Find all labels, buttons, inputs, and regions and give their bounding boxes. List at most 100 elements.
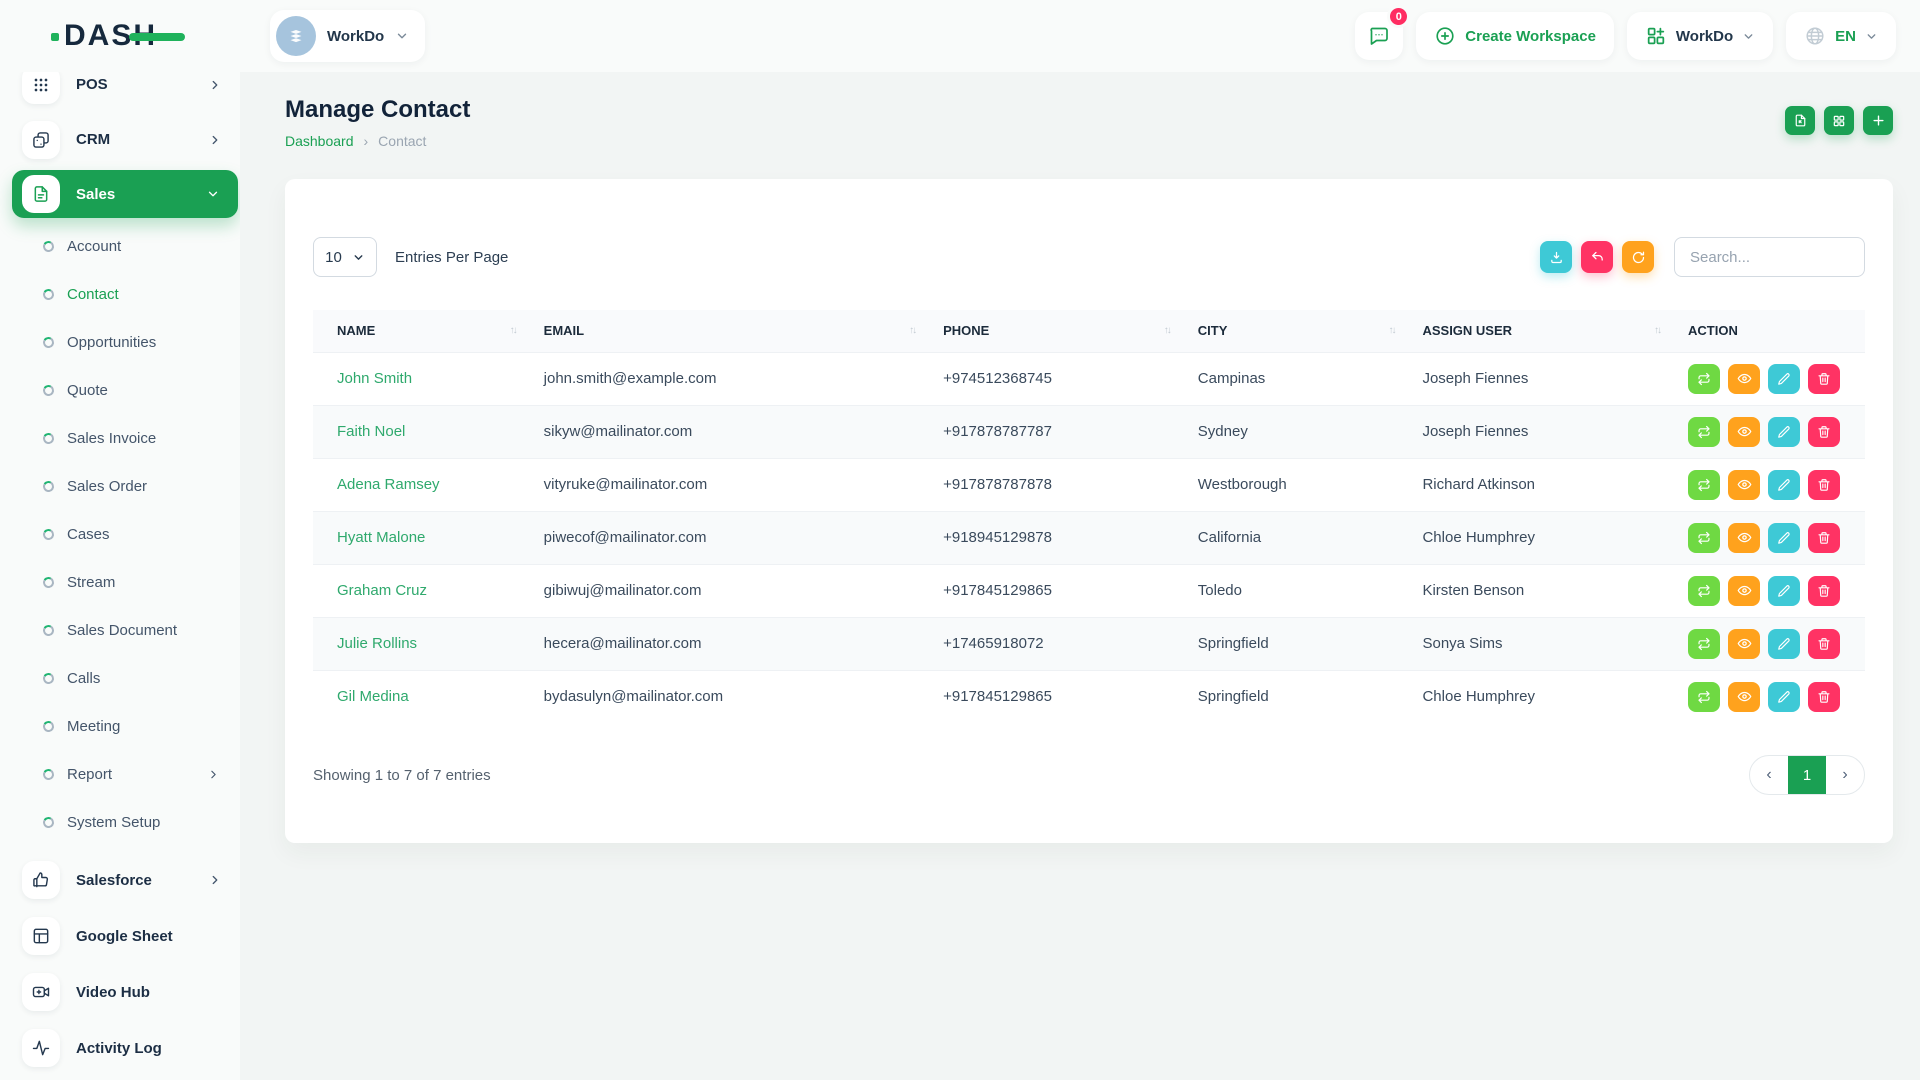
search-input[interactable] <box>1674 237 1865 277</box>
messages-button[interactable]: 0 <box>1355 12 1403 60</box>
sort-icon[interactable]: ↑↓ <box>1654 325 1660 336</box>
export-button[interactable] <box>1785 106 1815 135</box>
contact-name-link[interactable]: John Smith <box>337 370 412 387</box>
sidebar-item-pos[interactable]: POS <box>0 72 240 112</box>
trash-icon <box>1817 531 1831 545</box>
contact-phone: +974512368745 <box>929 352 1184 405</box>
view-button[interactable] <box>1728 523 1760 553</box>
convert-button[interactable] <box>1688 629 1720 659</box>
eye-icon <box>1737 477 1752 492</box>
contact-name-link[interactable]: Gil Medina <box>337 688 409 705</box>
breadcrumb-dashboard-link[interactable]: Dashboard <box>285 133 354 149</box>
sidebar-item-video-hub[interactable]: Video Hub <box>0 964 240 1020</box>
create-workspace-button[interactable]: Create Workspace <box>1416 12 1614 60</box>
sidebar-item-quote[interactable]: Quote <box>0 366 240 414</box>
sidebar-item-label: Google Sheet <box>76 928 173 945</box>
sidebar-item-meeting[interactable]: Meeting <box>0 702 240 750</box>
bullet-icon <box>42 383 55 396</box>
edit-button[interactable] <box>1768 470 1800 500</box>
refresh-button[interactable] <box>1622 241 1654 273</box>
contact-city: Sydney <box>1184 405 1409 458</box>
globe-icon <box>1804 25 1826 47</box>
download-button[interactable] <box>1540 241 1572 273</box>
edit-button[interactable] <box>1768 364 1800 394</box>
delete-button[interactable] <box>1808 523 1840 553</box>
edit-button[interactable] <box>1768 576 1800 606</box>
contact-assign-user: Richard Atkinson <box>1408 458 1674 511</box>
app-logo[interactable]: DASH <box>64 19 157 53</box>
sidebar-item-cases[interactable]: Cases <box>0 510 240 558</box>
view-button[interactable] <box>1728 682 1760 712</box>
sidebar-item-opportunities[interactable]: Opportunities <box>0 318 240 366</box>
undo-button[interactable] <box>1581 241 1613 273</box>
sidebar-item-label: Salesforce <box>76 872 152 889</box>
add-contact-button[interactable] <box>1863 106 1893 135</box>
sidebar-item-system-setup[interactable]: System Setup <box>0 798 240 846</box>
convert-button[interactable] <box>1688 576 1720 606</box>
sidebar-item-report[interactable]: Report <box>0 750 240 798</box>
sidebar-item-sales-document[interactable]: Sales Document <box>0 606 240 654</box>
contact-phone: +17465918072 <box>929 617 1184 670</box>
sort-icon[interactable]: ↑↓ <box>1164 325 1170 336</box>
convert-button[interactable] <box>1688 682 1720 712</box>
contact-assign-user: Chloe Humphrey <box>1408 670 1674 723</box>
convert-button[interactable] <box>1688 364 1720 394</box>
language-selector[interactable]: EN <box>1786 12 1896 60</box>
view-button[interactable] <box>1728 417 1760 447</box>
sort-icon[interactable]: ↑↓ <box>909 325 915 336</box>
sort-icon[interactable]: ↑↓ <box>1388 325 1394 336</box>
convert-button[interactable] <box>1688 470 1720 500</box>
table-controls: 10 Entries Per Page <box>313 179 1865 277</box>
contact-name-link[interactable]: Adena Ramsey <box>337 476 440 493</box>
delete-button[interactable] <box>1808 364 1840 394</box>
workspace-avatar <box>276 16 316 56</box>
sidebar-item-sales-invoice[interactable]: Sales Invoice <box>0 414 240 462</box>
view-button[interactable] <box>1728 576 1760 606</box>
edit-button[interactable] <box>1768 682 1800 712</box>
delete-button[interactable] <box>1808 470 1840 500</box>
view-button[interactable] <box>1728 629 1760 659</box>
edit-button[interactable] <box>1768 523 1800 553</box>
sidebar-item-salesforce[interactable]: Salesforce <box>0 852 240 908</box>
pagination: ‹ 1 › <box>1749 755 1865 795</box>
pagination-page-1[interactable]: 1 <box>1788 756 1826 794</box>
contact-name-link[interactable]: Hyatt Malone <box>337 529 425 546</box>
convert-button[interactable] <box>1688 417 1720 447</box>
workspace-switcher[interactable]: WorkDo <box>270 10 425 62</box>
delete-button[interactable] <box>1808 629 1840 659</box>
pagination-next-button[interactable]: › <box>1826 756 1864 794</box>
sidebar-item-sales-order[interactable]: Sales Order <box>0 462 240 510</box>
sidebar-item-sales[interactable]: Sales <box>12 170 238 218</box>
contact-name-link[interactable]: Faith Noel <box>337 423 405 440</box>
edit-button[interactable] <box>1768 629 1800 659</box>
delete-button[interactable] <box>1808 417 1840 447</box>
sidebar-item-activity-log[interactable]: Activity Log <box>0 1020 240 1076</box>
sort-icon[interactable]: ↑↓ <box>510 325 516 336</box>
contact-city: Westborough <box>1184 458 1409 511</box>
sidebar-item-google-sheet[interactable]: Google Sheet <box>0 908 240 964</box>
contact-assign-user: Joseph Fiennes <box>1408 405 1674 458</box>
pagination-prev-button[interactable]: ‹ <box>1750 756 1788 794</box>
submenu-label: Report <box>67 766 112 783</box>
sidebar-item-contact[interactable]: Contact <box>0 270 240 318</box>
sidebar-item-crm[interactable]: CRM <box>0 112 240 167</box>
bullet-icon <box>42 431 55 444</box>
sidebar-item-calls[interactable]: Calls <box>0 654 240 702</box>
convert-button[interactable] <box>1688 523 1720 553</box>
contact-city: Springfield <box>1184 617 1409 670</box>
edit-button[interactable] <box>1768 417 1800 447</box>
contact-name-link[interactable]: Julie Rollins <box>337 635 417 652</box>
contact-email: john.smith@example.com <box>530 352 929 405</box>
sidebar-item-stream[interactable]: Stream <box>0 558 240 606</box>
contact-email: gibiwuj@mailinator.com <box>530 564 929 617</box>
workspace-menu-button[interactable]: WorkDo <box>1627 12 1773 60</box>
view-button[interactable] <box>1728 364 1760 394</box>
grid-view-button[interactable] <box>1824 106 1854 135</box>
view-button[interactable] <box>1728 470 1760 500</box>
delete-button[interactable] <box>1808 682 1840 712</box>
delete-button[interactable] <box>1808 576 1840 606</box>
submenu-label: Quote <box>67 382 108 399</box>
entries-per-page-select[interactable]: 10 <box>313 237 377 277</box>
sidebar-item-account[interactable]: Account <box>0 222 240 270</box>
contact-name-link[interactable]: Graham Cruz <box>337 582 427 599</box>
